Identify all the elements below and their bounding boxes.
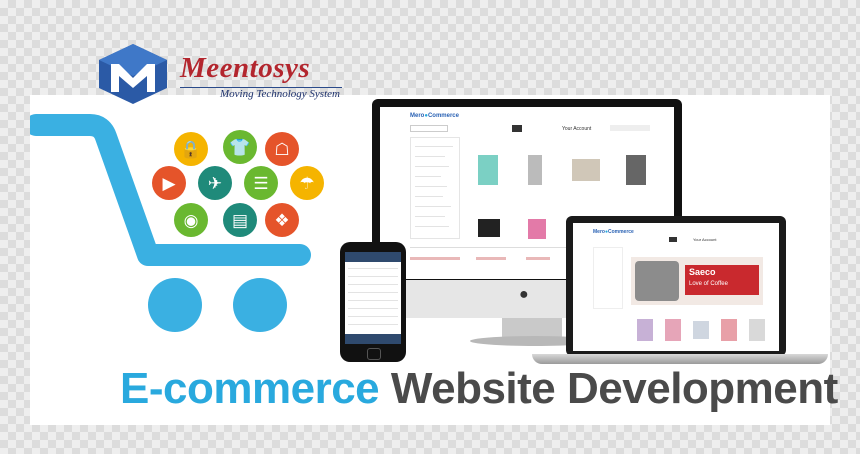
site-search-button [512, 125, 522, 132]
smartphone [340, 242, 406, 362]
phone-list-line [348, 276, 398, 277]
airplane-icon: ✈ [198, 166, 232, 200]
banner-red-panel: Saeco Love of Coffee [685, 265, 759, 295]
banner-tagline: Love of Coffee [689, 281, 728, 287]
puzzle-icon: ❖ [265, 203, 299, 237]
m-cube-logo-icon [99, 44, 167, 104]
sidebar-line [415, 156, 445, 157]
laptop-search-button [669, 237, 677, 242]
tshirt-icon: 👕 [223, 130, 257, 164]
sidebar-line [415, 146, 453, 147]
phone-list-line [348, 292, 398, 293]
phone-header [345, 252, 401, 262]
phone-list-line [348, 308, 398, 309]
sidebar-line [415, 176, 441, 177]
phone-home-button [367, 348, 381, 360]
product-tshirt [478, 155, 498, 185]
phone-tabbar [345, 334, 401, 344]
phone-screen [345, 252, 401, 344]
site-footer-link [476, 257, 506, 260]
laptop-product [665, 319, 681, 341]
laptop-account-label: Your Account [693, 237, 717, 242]
laptop-product [693, 321, 709, 339]
phone-list-line [348, 268, 398, 269]
headline-website-development: Website Development [390, 364, 838, 413]
site-search-box [410, 125, 448, 132]
apple-logo-icon: ● [519, 286, 529, 303]
phone-list-line [348, 300, 398, 301]
camera-icon: ◉ [174, 203, 208, 237]
lock-icon: 🔒 [174, 132, 208, 166]
laptop: Mero●Commerce Your Account Saeco Love of… [566, 216, 786, 356]
site-sidebar [410, 137, 460, 239]
site-account-label: Your Account [562, 126, 592, 132]
phone-list-line [348, 316, 398, 317]
coffee-machine-image [635, 261, 679, 301]
sidebar-line [415, 206, 451, 207]
product-sofa [572, 159, 600, 181]
sidebar-line [415, 216, 445, 217]
product-cup [528, 155, 542, 185]
headline-ecommerce: E-commerce [120, 364, 380, 413]
phone-list-line [348, 324, 398, 325]
laptop-base [532, 354, 828, 364]
site-footer-link [526, 257, 550, 260]
sidebar-line [415, 196, 443, 197]
mp3-player-icon: ▶ [152, 166, 186, 200]
umbrella-icon: ☂ [290, 166, 324, 200]
laptop-product [749, 319, 765, 341]
store-icon: ☖ [265, 132, 299, 166]
sidebar-line [415, 166, 449, 167]
laptop-site-logo: Mero●Commerce [593, 229, 634, 235]
laptop-sidebar [593, 247, 623, 309]
product-dvd [528, 219, 546, 239]
sidebar-line [415, 186, 447, 187]
laptop-product [721, 319, 737, 341]
brand-tagline: Moving Technology System [220, 88, 340, 100]
laptop-screen: Mero●Commerce Your Account Saeco Love of… [573, 223, 779, 351]
books-icon: ☰ [244, 166, 278, 200]
brand-name: Meentosys [180, 52, 311, 84]
headline: E-commerce Website Development [120, 364, 838, 414]
site-cart-area [610, 125, 650, 131]
product-book [626, 155, 646, 185]
phone-list-line [348, 284, 398, 285]
site-logo: Mero●Commerce [410, 113, 459, 119]
laptop-banner: Saeco Love of Coffee [631, 257, 763, 305]
site-footer-link [410, 257, 460, 260]
banner-brand: Saeco [689, 267, 716, 277]
product-camera [478, 219, 500, 237]
sidebar-line [415, 226, 449, 227]
laptop-product [637, 319, 653, 341]
document-icon: ▤ [223, 203, 257, 237]
